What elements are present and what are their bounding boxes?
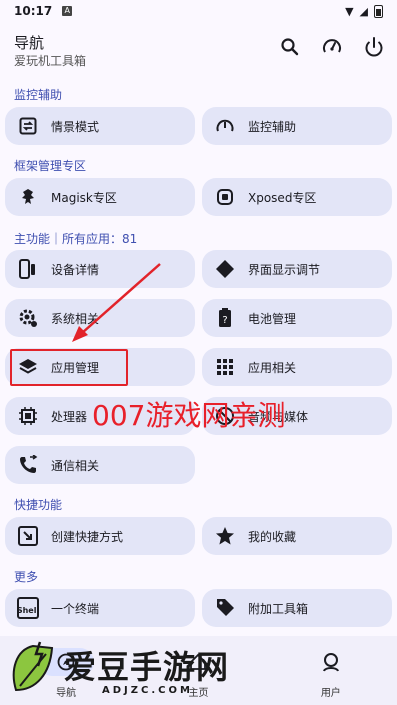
user-icon: [303, 648, 359, 676]
bottom-nav: 导航 主页 用户: [0, 636, 397, 705]
annotation-arrow: [72, 263, 161, 342]
watermark-text: 007游戏网亲测: [92, 399, 286, 432]
home-icon: [170, 648, 226, 676]
nav-item-navigation[interactable]: 导航: [0, 636, 132, 705]
nav-label: 用户: [320, 688, 341, 699]
nav-item-user[interactable]: 用户: [265, 636, 397, 705]
nav-label: 导航: [56, 688, 77, 699]
nav-label: 主页: [188, 688, 209, 699]
nav-item-home[interactable]: 主页: [132, 636, 264, 705]
compass-icon: [38, 648, 95, 676]
